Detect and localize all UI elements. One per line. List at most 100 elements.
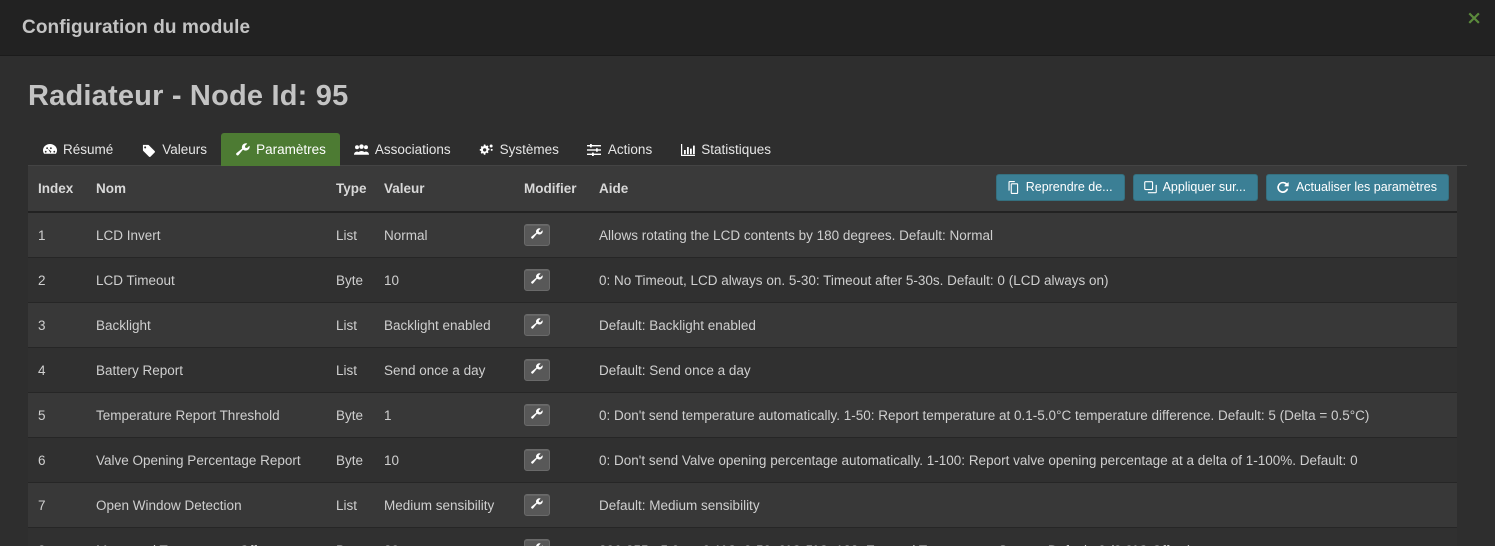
cell-aide: 0: Don't send Valve opening percentage a… — [589, 437, 1457, 483]
tab-actions[interactable]: Actions — [573, 133, 666, 166]
cell-modifier — [514, 302, 589, 348]
tab-label: Paramètres — [256, 142, 326, 158]
cell-nom: Backlight — [86, 302, 326, 348]
edit-parameter-button[interactable] — [524, 224, 550, 246]
cell-type: List — [326, 482, 374, 528]
cell-index: 2 — [28, 257, 86, 303]
cogs-icon — [479, 143, 494, 157]
cell-valeur: Send once a day — [374, 347, 514, 393]
table-row: 6 Valve Opening Percentage Report Byte 10 0:… — [28, 437, 1457, 483]
wrench-icon — [531, 317, 543, 333]
edit-parameter-button[interactable] — [524, 494, 550, 516]
cell-type: Byte — [326, 392, 374, 438]
resume-from-button[interactable]: Reprendre de... — [995, 174, 1125, 201]
cell-modifier — [514, 527, 589, 546]
tab-label: Statistiques — [701, 142, 771, 158]
tab-statistiques[interactable]: Statistiques — [666, 133, 785, 166]
page-title: Radiateur - Node Id: 95 — [28, 80, 349, 112]
tab-label: Associations — [374, 142, 451, 158]
cell-valeur: Backlight enabled — [374, 302, 514, 348]
edit-parameter-button[interactable] — [524, 404, 550, 426]
clone-icon — [1143, 181, 1157, 194]
cell-modifier — [514, 482, 589, 528]
cell-nom: Battery Report — [86, 347, 326, 393]
tab-label: Actions — [607, 142, 653, 158]
table-row: 5 Temperature Report Threshold Byte 1 0: Don… — [28, 392, 1457, 438]
tab-systemes[interactable]: Systèmes — [465, 133, 573, 166]
table-row: 4 Battery Report List Send once a day Defaul… — [28, 347, 1457, 393]
modal-titlebar: Configuration du module × — [0, 0, 1495, 56]
modal-title: Configuration du module — [22, 16, 251, 38]
column-header-index[interactable]: Index — [28, 166, 86, 213]
tag-icon — [141, 143, 156, 157]
cell-index: 1 — [28, 211, 86, 258]
cell-aide: Default: Medium sensibility — [589, 482, 1457, 528]
cell-index: 6 — [28, 437, 86, 483]
cell-type: List — [326, 211, 374, 258]
cell-aide: Default: Send once a day — [589, 347, 1457, 393]
button-label: Appliquer sur... — [1162, 180, 1246, 195]
edit-parameter-button[interactable] — [524, 359, 550, 381]
cell-valeur: 10 — [374, 257, 514, 303]
tab-resume[interactable]: Résumé — [28, 133, 127, 166]
cell-index: 8 — [28, 527, 86, 546]
cell-valeur: Normal — [374, 211, 514, 258]
cell-aide: 206-255: -5.0 to -0.1°C. 0-50: 0°C-5°C. … — [589, 527, 1457, 546]
cell-index: 7 — [28, 482, 86, 528]
table-row: 8Measured Temperature OffsetByte20 206-25… — [28, 527, 1457, 546]
column-header-type[interactable]: Type — [326, 166, 374, 213]
cell-nom: Measured Temperature Offset — [86, 527, 326, 546]
cell-modifier — [514, 347, 589, 393]
column-header-modifier[interactable]: Modifier — [514, 166, 589, 213]
table-body: 1 LCD Invert List Normal Allows rotating the… — [28, 211, 1457, 546]
cell-modifier — [514, 257, 589, 303]
tab-parametres[interactable]: Paramètres — [221, 133, 340, 166]
modal-body: Radiateur - Node Id: 95 Résumé Valeurs P… — [0, 56, 1495, 546]
refresh-parameters-button[interactable]: Actualiser les paramètres — [1265, 174, 1449, 201]
cell-aide: 0: No Timeout, LCD always on. 5-30: Time… — [589, 257, 1457, 303]
cell-modifier — [514, 437, 589, 483]
cell-nom: LCD Invert — [86, 211, 326, 258]
cell-type: Byte — [326, 527, 374, 546]
cell-type: Byte — [326, 437, 374, 483]
cell-nom: Valve Opening Percentage Report — [86, 437, 326, 483]
cell-aide: 0: Don't send temperature automatically.… — [589, 392, 1457, 438]
cell-nom: Temperature Report Threshold — [86, 392, 326, 438]
copy-icon — [1007, 181, 1020, 194]
wrench-icon — [235, 143, 250, 157]
cell-aide: Allows rotating the LCD contents by 180 … — [589, 211, 1457, 258]
cell-nom: Open Window Detection — [86, 482, 326, 528]
sliders-icon — [587, 143, 602, 157]
table-row: 1 LCD Invert List Normal Allows rotating the… — [28, 211, 1457, 258]
cell-type: Byte — [326, 257, 374, 303]
table-row: 3 Backlight List Backlight enabled Default: … — [28, 302, 1457, 348]
tab-valeurs[interactable]: Valeurs — [127, 133, 221, 166]
wrench-icon — [531, 227, 543, 243]
parameters-table-container: Reprendre de... Appliquer sur... Actuali… — [28, 166, 1457, 546]
column-header-nom[interactable]: Nom — [86, 166, 326, 213]
cell-index: 4 — [28, 347, 86, 393]
wrench-icon — [531, 452, 543, 468]
cell-valeur: 10 — [374, 437, 514, 483]
table-row: 2 LCD Timeout Byte 10 0: No Timeout, LCD alw… — [28, 257, 1457, 303]
cell-index: 3 — [28, 302, 86, 348]
tab-bar: Résumé Valeurs Paramètres Associations S — [28, 129, 1467, 166]
edit-parameter-button[interactable] — [524, 449, 550, 471]
column-header-valeur[interactable]: Valeur — [374, 166, 514, 213]
dashboard-icon — [42, 143, 57, 157]
edit-parameter-button[interactable] — [524, 269, 550, 291]
apply-to-button[interactable]: Appliquer sur... — [1132, 174, 1258, 201]
cell-type: List — [326, 347, 374, 393]
edit-parameter-button[interactable] — [524, 539, 550, 546]
cell-modifier — [514, 392, 589, 438]
wrench-icon — [531, 362, 543, 378]
table-row: 7 Open Window Detection List Medium sensibi… — [28, 482, 1457, 528]
users-icon — [353, 143, 369, 157]
cell-type: List — [326, 302, 374, 348]
close-icon[interactable]: × — [1466, 9, 1482, 28]
cell-modifier — [514, 211, 589, 258]
tab-associations[interactable]: Associations — [340, 133, 465, 166]
edit-parameter-button[interactable] — [524, 314, 550, 336]
wrench-icon — [531, 272, 543, 288]
cell-index: 5 — [28, 392, 86, 438]
